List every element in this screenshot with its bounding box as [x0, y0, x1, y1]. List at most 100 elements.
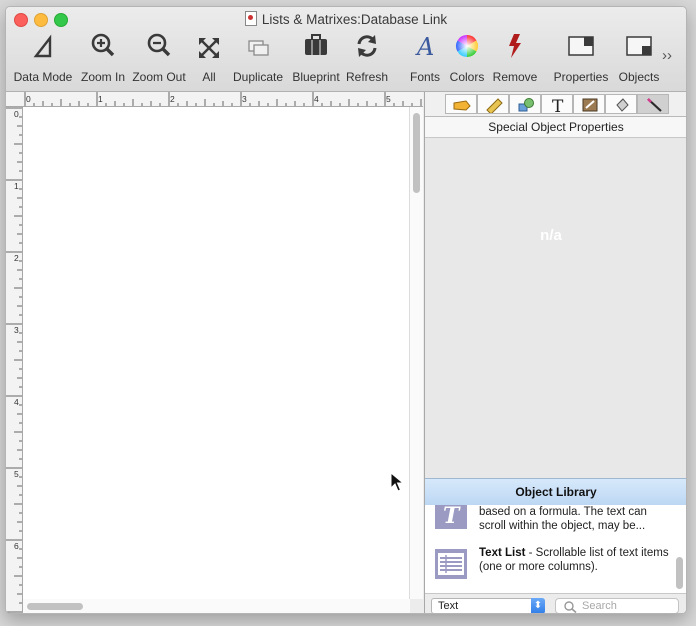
- objects-panel-icon: [626, 36, 652, 56]
- vertical-scroll-thumb[interactable]: [413, 113, 420, 193]
- tab-wand[interactable]: [637, 94, 669, 114]
- library-item-text-list[interactable]: Text List - Scrollable list of text item…: [425, 543, 677, 589]
- tab-ruler[interactable]: [477, 94, 509, 114]
- horizontal-scroll-thumb[interactable]: [27, 603, 83, 610]
- object-library-list[interactable]: T based on a formula. The text can scrol…: [425, 505, 686, 593]
- panel-tab-bar: T: [425, 92, 686, 117]
- lightning-icon: [509, 34, 521, 58]
- category-select[interactable]: Text ⬍: [431, 598, 545, 613]
- svg-text:A: A: [415, 33, 434, 59]
- ruler-ticks: [24, 92, 422, 106]
- select-arrows-icon: ⬍: [531, 598, 545, 613]
- vruler-label-2: 2: [14, 253, 19, 263]
- zoom-in-icon: [91, 33, 115, 57]
- document-icon: [244, 11, 257, 26]
- category-select-value: Text: [438, 600, 459, 612]
- zoom-out-icon: [147, 33, 171, 57]
- image-edit-icon: [582, 98, 598, 112]
- all-button[interactable]: All: [194, 33, 224, 85]
- fonts-label: Fonts: [409, 70, 440, 84]
- properties-label: Properties: [553, 70, 609, 84]
- blueprint-button[interactable]: Blueprint: [290, 33, 342, 85]
- remove-button[interactable]: Remove: [490, 33, 540, 85]
- object-library-header[interactable]: Object Library: [425, 478, 686, 506]
- vruler-label-3: 3: [14, 325, 19, 335]
- expand-all-icon: [199, 38, 219, 58]
- library-item-name: Text List: [479, 547, 526, 559]
- library-filter-bar: Text ⬍ Search: [425, 593, 686, 613]
- refresh-label: Refresh: [345, 70, 389, 84]
- library-item-description: Text List - Scrollable list of text item…: [479, 546, 669, 574]
- objects-button[interactable]: Objects: [614, 33, 664, 85]
- data-mode-label: Data Mode: [13, 70, 73, 84]
- data-mode-button[interactable]: Data Mode: [12, 33, 74, 85]
- ruler-icon: [486, 98, 503, 113]
- duplicate-label: Duplicate: [232, 70, 284, 84]
- toolbar-overflow-chevron-icon[interactable]: ››: [662, 47, 672, 64]
- briefcase-icon: [305, 34, 327, 55]
- mouse-pointer-icon: [390, 472, 404, 492]
- zoom-out-button[interactable]: Zoom Out: [130, 33, 188, 85]
- window-title-text: Lists & Matrixes:Database Link: [261, 12, 448, 27]
- objects-label: Objects: [618, 70, 660, 84]
- refresh-button[interactable]: Refresh: [344, 33, 390, 85]
- ruler-label-5: 5: [386, 94, 391, 104]
- zoom-in-button[interactable]: Zoom In: [78, 33, 128, 85]
- window-title: Lists & Matrixes:Database Link: [6, 11, 686, 27]
- duplicate-button[interactable]: Duplicate: [230, 33, 286, 85]
- ruler-label-1: 1: [98, 94, 103, 104]
- remove-label: Remove: [492, 70, 538, 84]
- blueprint-label: Blueprint: [292, 70, 340, 84]
- ruler-label-4: 4: [314, 94, 319, 104]
- library-search-field[interactable]: Search: [555, 598, 679, 613]
- vertical-ruler: 0 1 2 3 4 5 6: [6, 107, 23, 613]
- text-object-thumb-icon: T: [435, 505, 467, 529]
- svg-text:T: T: [443, 505, 461, 529]
- vruler-label-4: 4: [14, 397, 19, 407]
- refresh-icon: [357, 35, 377, 57]
- vruler-label-1: 1: [14, 181, 19, 191]
- tab-text[interactable]: T: [541, 94, 573, 114]
- search-icon: [564, 601, 577, 613]
- zoom-in-label: Zoom In: [80, 70, 125, 84]
- properties-section-title: Special Object Properties: [425, 117, 686, 138]
- vruler-label-5: 5: [14, 469, 19, 479]
- all-label: All: [202, 70, 216, 84]
- properties-value-na: n/a: [540, 227, 562, 244]
- ruler-label-3: 3: [242, 94, 247, 104]
- color-wheel-icon: [456, 35, 478, 57]
- fill-bucket-icon: [616, 98, 629, 112]
- data-mode-icon: [33, 34, 52, 58]
- vruler-label-6: 6: [14, 541, 19, 551]
- zoom-out-label: Zoom Out: [132, 70, 186, 84]
- library-item[interactable]: T based on a formula. The text can scrol…: [425, 505, 677, 541]
- ruler-label-2: 2: [170, 94, 175, 104]
- wand-icon: [647, 98, 662, 112]
- colors-label: Colors: [449, 70, 485, 84]
- svg-text:T: T: [552, 97, 564, 113]
- properties-button[interactable]: Properties: [552, 33, 610, 85]
- tab-tag[interactable]: [445, 94, 477, 114]
- search-placeholder: Search: [582, 600, 617, 612]
- canvas-vertical-scrollbar[interactable]: [410, 107, 423, 599]
- library-item-description: based on a formula. The text can scroll …: [479, 506, 647, 532]
- tab-shapes[interactable]: [509, 94, 541, 114]
- canvas-horizontal-scrollbar[interactable]: [23, 599, 410, 613]
- vruler-label-0: 0: [14, 109, 19, 119]
- properties-panel: T Special Object Properties n/a Object L…: [424, 92, 686, 613]
- text-list-thumb-icon: [435, 549, 467, 579]
- tag-icon: [453, 100, 471, 111]
- colors-button[interactable]: Colors: [446, 33, 488, 85]
- fonts-button[interactable]: A Fonts: [406, 33, 444, 85]
- tab-image-edit[interactable]: [573, 94, 605, 114]
- font-a-icon: A: [415, 33, 434, 59]
- horizontal-ruler: 0 1 2 3 4 5: [6, 92, 423, 107]
- text-t-icon: T: [552, 97, 564, 113]
- design-canvas[interactable]: [23, 107, 410, 600]
- shapes-icon: [518, 98, 534, 112]
- duplicate-icon: [248, 40, 269, 56]
- app-window: Lists & Matrixes:Database Link Data Mode…: [5, 6, 687, 614]
- library-scroll-thumb[interactable]: [676, 557, 683, 589]
- ruler-label-0: 0: [26, 94, 31, 104]
- tab-fill[interactable]: [605, 94, 637, 114]
